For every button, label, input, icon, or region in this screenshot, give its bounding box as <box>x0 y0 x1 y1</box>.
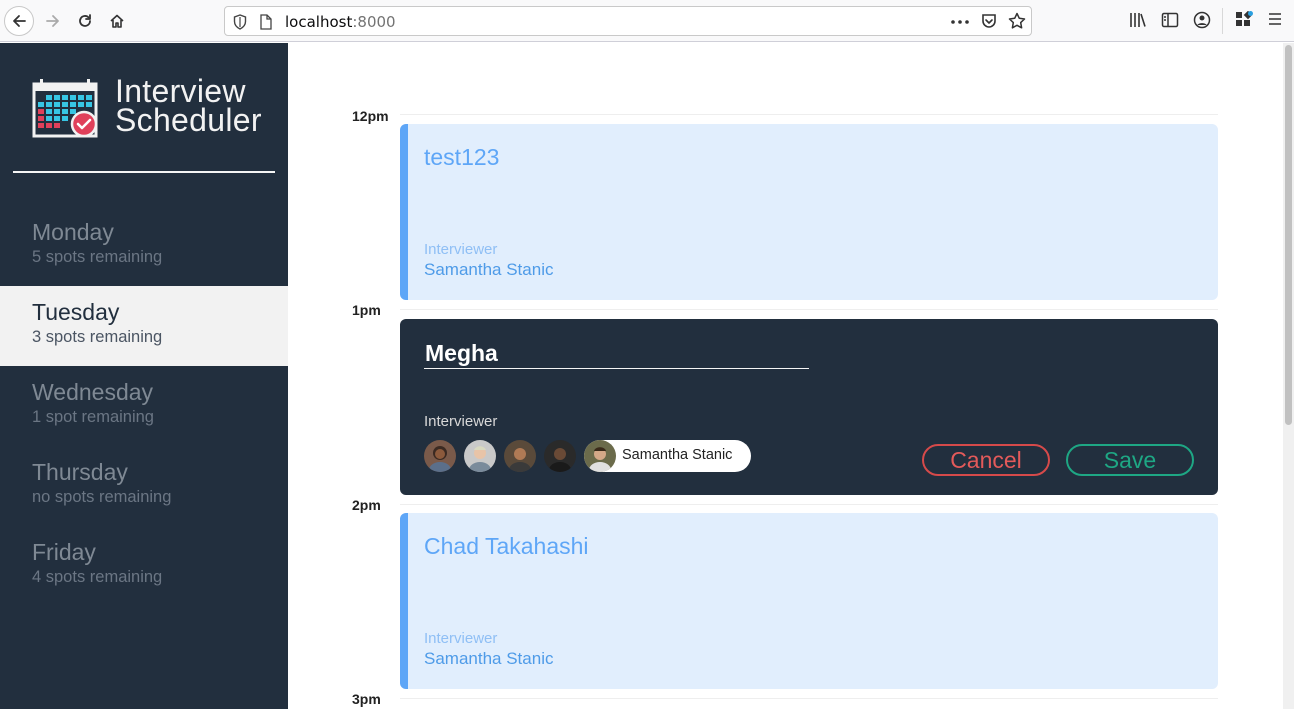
day-spots: 5 spots remaining <box>32 248 163 266</box>
time-label-2pm: 2pm <box>352 497 381 513</box>
appointment-card[interactable]: test123 Interviewer Samantha Stanic <box>400 124 1218 300</box>
bookmark-star-icon[interactable] <box>1008 12 1026 30</box>
time-slot-divider <box>400 698 1218 699</box>
interviewer-avatar-image <box>584 440 616 472</box>
calendar-logo-icon <box>32 79 98 138</box>
extensions-icon[interactable] <box>1235 11 1253 29</box>
interviewer-avatar-image <box>424 440 456 472</box>
selected-interviewer-name: Samantha Stanic <box>622 447 733 463</box>
day-name: Tuesday <box>32 299 120 325</box>
time-slot-divider <box>400 504 1218 505</box>
forward-button[interactable] <box>38 6 68 36</box>
day-name: Thursday <box>32 459 128 485</box>
time-label-1pm: 1pm <box>352 302 381 318</box>
sidebar-divider <box>13 171 275 173</box>
student-name: Chad Takahashi <box>424 533 589 559</box>
interviewer-avatar[interactable] <box>504 440 536 472</box>
student-name-input[interactable] <box>424 339 809 369</box>
url-text: localhost:8000 <box>285 13 396 31</box>
home-button[interactable] <box>102 6 132 36</box>
back-button[interactable] <box>4 6 34 36</box>
save-button[interactable]: Save <box>1066 444 1194 476</box>
day-name: Friday <box>32 539 96 565</box>
time-slot-divider <box>400 114 1218 115</box>
brand-line-2: Scheduler <box>115 102 262 138</box>
interviewer-avatar[interactable] <box>464 440 496 472</box>
selected-interviewer-avatar <box>584 440 616 472</box>
url-port: :8000 <box>352 13 396 31</box>
day-item-monday[interactable]: Monday 5 spots remaining <box>0 206 288 286</box>
sidebar-toggle-icon[interactable] <box>1161 11 1179 29</box>
arrow-right-icon <box>46 15 59 27</box>
time-label-12pm: 12pm <box>352 108 389 124</box>
pocket-icon[interactable] <box>981 13 997 29</box>
reload-button[interactable] <box>70 6 100 36</box>
sidebar: Interview Scheduler Monday 5 spots remai… <box>0 43 288 709</box>
interviewer-name: Samantha Stanic <box>424 260 554 279</box>
url-bar[interactable]: localhost:8000 <box>224 6 1032 36</box>
schedule-panel: 12pm test123 Interviewer Samantha Stanic… <box>288 43 1283 709</box>
day-name: Wednesday <box>32 379 154 405</box>
brand-name: Interview Scheduler <box>115 75 262 138</box>
account-icon[interactable] <box>1193 11 1211 29</box>
time-slot-divider <box>400 309 1218 310</box>
day-spots: no spots remaining <box>32 488 172 506</box>
day-item-thursday[interactable]: Thursday no spots remaining <box>0 446 288 526</box>
url-host: localhost <box>285 13 353 31</box>
selected-interviewer[interactable]: Samantha Stanic <box>584 440 751 472</box>
scrollbar-thumb[interactable] <box>1285 45 1292 425</box>
interviewer-name: Samantha Stanic <box>424 649 554 668</box>
day-spots: 3 spots remaining <box>32 328 163 346</box>
interviewer-label: Interviewer <box>424 630 498 647</box>
interviewer-avatar[interactable] <box>424 440 456 472</box>
cancel-button[interactable]: Cancel <box>922 444 1050 476</box>
day-spots: 4 spots remaining <box>32 568 163 586</box>
reload-icon <box>79 14 91 27</box>
student-name: test123 <box>424 144 500 170</box>
day-spots: 1 spot remaining <box>32 408 154 426</box>
interviewer-avatar-image <box>464 440 496 472</box>
scrollbar[interactable] <box>1283 43 1294 709</box>
interviewer-avatar-image <box>504 440 536 472</box>
interviewer-avatar-image <box>544 440 576 472</box>
library-icon[interactable] <box>1129 11 1147 29</box>
appointment-card[interactable]: Chad Takahashi Interviewer Samantha Stan… <box>400 513 1218 689</box>
day-item-friday[interactable]: Friday 4 spots remaining <box>0 526 288 606</box>
page-info-icon[interactable] <box>260 14 272 30</box>
more-actions-icon[interactable] <box>951 20 969 24</box>
tracking-shield-icon[interactable] <box>233 14 247 30</box>
home-icon <box>110 14 124 28</box>
toolbar-divider <box>1222 8 1223 34</box>
interviewer-list-label: Interviewer <box>424 413 498 430</box>
hamburger-menu-icon[interactable] <box>1267 11 1283 27</box>
interviewer-avatar[interactable] <box>544 440 576 472</box>
interviewer-label: Interviewer <box>424 241 498 258</box>
appointment-form: Interviewer Samantha Stanic Cancel Save <box>400 319 1218 495</box>
day-item-tuesday[interactable]: Tuesday 3 spots remaining <box>0 286 288 366</box>
time-label-3pm: 3pm <box>352 691 381 707</box>
day-name: Monday <box>32 219 114 245</box>
arrow-left-icon <box>13 15 26 27</box>
browser-toolbar: localhost:8000 <box>0 0 1294 42</box>
day-item-wednesday[interactable]: Wednesday 1 spot remaining <box>0 366 288 446</box>
